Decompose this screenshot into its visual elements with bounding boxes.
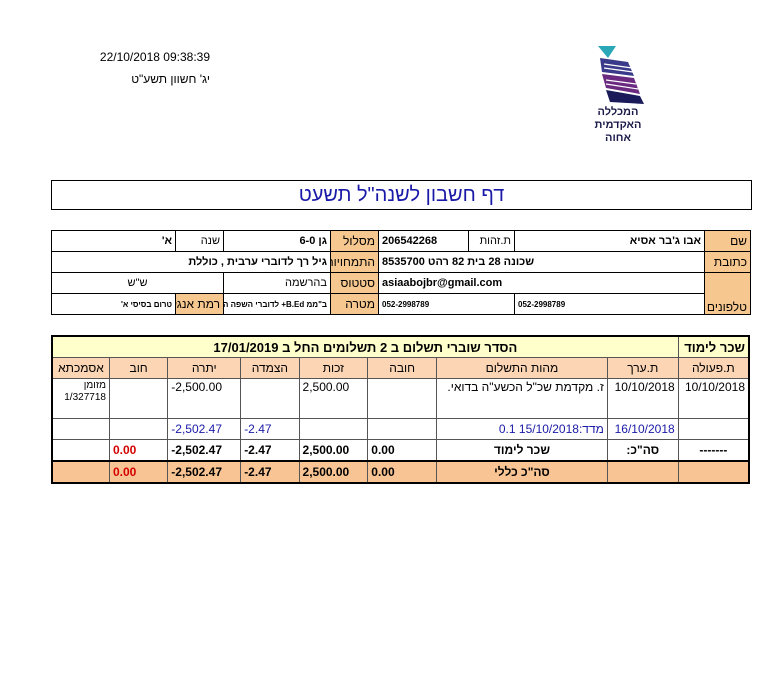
english-value: טרום בסיסי א'	[51, 293, 176, 315]
subtotal-description: שכר לימוד	[436, 439, 608, 462]
grand-empty-3	[51, 460, 110, 484]
grand-debt: 0.00	[108, 460, 169, 484]
logo-emblem-icon	[598, 46, 644, 104]
row-action-date	[677, 418, 750, 440]
subtotal-credit: 2,500.00	[298, 439, 369, 462]
grand-debit: 0.00	[367, 460, 438, 484]
row-debt	[108, 378, 169, 419]
col-description: מהות התשלום	[436, 357, 608, 379]
goal-value: ב"ממ B.Ed+ לדוברי השפה הערב	[223, 293, 331, 315]
page-title: דף חשבון לשנה"ל תשעט	[51, 180, 752, 210]
col-credit: זכות	[298, 357, 369, 379]
row-debit	[367, 378, 438, 419]
hebrew-date: יג' חשוון תשע"ט	[131, 72, 210, 86]
grand-empty-2	[606, 460, 679, 484]
col-debt: חוב	[108, 357, 169, 379]
payment-table: שכר לימוד הסדר שוברי תשלום ב 2 תשלומים ה…	[51, 335, 750, 484]
name-value: אבו ג'בר אסיא	[514, 230, 705, 252]
goal-label: מטרה	[330, 293, 379, 315]
student-info-table: שם אבו ג'בר אסיא ת.זהות 206542268 מסלול …	[51, 230, 751, 315]
payment-arrangement: הסדר שוברי תשלום ב 2 תשלומים החל ב 17/01…	[51, 335, 679, 358]
logo-line-3: אחוה	[605, 132, 631, 144]
grand-total-row: סה"כ כללי 0.00 2,500.00 -2.47 -2,502.47 …	[51, 460, 750, 484]
row-description: מדד:15/10/2018 0.1	[436, 418, 608, 440]
col-balance: יתרה	[167, 357, 242, 379]
track-label: מסלול	[330, 230, 379, 252]
row-balance: -2,502.47	[167, 418, 242, 440]
table-row: 10/10/2018 10/10/2018 ז. מקדמת שכ"ל הכשע…	[51, 378, 750, 419]
row-value-date: 10/10/2018	[606, 378, 679, 419]
track-value: גן 6-0	[223, 230, 331, 252]
col-action-date: ת.פעולה	[677, 357, 750, 379]
specialization-value: גיל רך לדוברי ערבית , כוללת	[51, 251, 331, 273]
address-label: כתובת	[704, 251, 751, 273]
subtotal-linkage: -2.47	[240, 439, 300, 462]
payment-section-label: שכר לימוד	[677, 335, 750, 358]
year-label: שנה	[175, 230, 224, 252]
row-debt	[108, 418, 169, 440]
grand-linkage: -2.47	[240, 460, 300, 484]
payment-section-row: שכר לימוד הסדר שוברי תשלום ב 2 תשלומים ה…	[51, 335, 750, 358]
subtotal-dashes: -------	[677, 439, 750, 462]
row-description: ז. מקדמת שכ"ל הכשע"ה בדואי.	[436, 378, 608, 419]
grand-total-label: סה"כ כללי	[436, 460, 608, 484]
status-label: סטטוס	[330, 272, 379, 294]
specialization-label: התמחויות	[330, 251, 379, 273]
subtotal-empty	[51, 439, 110, 462]
logo-line-2: האקדמית	[594, 119, 642, 131]
col-debit: חובה	[367, 357, 438, 379]
subtotal-debt: 0.00	[108, 439, 169, 462]
subtotal-label: סה"כ:	[606, 439, 679, 462]
phone-2: 052-2998789	[378, 293, 515, 315]
phone-1: 052-2998789	[514, 293, 705, 315]
table-row: 16/10/2018 מדד:15/10/2018 0.1 -2.47 -2,5…	[51, 418, 750, 440]
row-reference	[51, 418, 110, 440]
subtotal-balance: -2,502.47	[167, 439, 242, 462]
status-extra: ש"ש	[51, 272, 224, 294]
row-linkage	[240, 378, 300, 419]
id-value: 206542268	[378, 230, 469, 252]
col-value-date: ת.ערך	[606, 357, 679, 379]
address-line-1: שכונה 28 בית 82 רהט 8535700	[378, 251, 705, 273]
id-label: ת.זהות	[468, 230, 515, 252]
row-linkage: -2.47	[240, 418, 300, 440]
subtotal-row: ------- סה"כ: שכר לימוד 0.00 2,500.00 -2…	[51, 439, 750, 462]
name-label: שם	[704, 230, 751, 252]
row-credit: 2,500.00	[298, 378, 369, 419]
grand-empty-1	[677, 460, 750, 484]
college-logo: המכללה האקדמית אחוה	[588, 44, 648, 144]
row-reference: מזומן 1/327718	[51, 378, 110, 419]
grand-balance: -2,502.47	[167, 460, 242, 484]
col-reference: אסמכתא	[51, 357, 110, 379]
status-value: בהרשמה	[223, 272, 331, 294]
year-value: א'	[51, 230, 176, 252]
row-value-date: 16/10/2018	[606, 418, 679, 440]
grand-credit: 2,500.00	[298, 460, 369, 484]
column-header-row: ת.פעולה ת.ערך מהות התשלום חובה זכות הצמד…	[51, 357, 750, 379]
row-debit	[367, 418, 438, 440]
phones-label: טלפונים	[704, 272, 751, 315]
row-action-date: 10/10/2018	[677, 378, 750, 419]
english-label: רמת אנגלית	[175, 293, 224, 315]
col-linkage: הצמדה	[240, 357, 300, 379]
row-credit	[298, 418, 369, 440]
logo-line-1: המכללה	[597, 106, 639, 118]
row-balance: -2,500.00	[167, 378, 242, 419]
subtotal-debit: 0.00	[367, 439, 438, 462]
address-line-2: asiaabojbr@gmail.com	[378, 272, 705, 294]
print-datetime: 22/10/2018 09:38:39	[99, 50, 210, 64]
